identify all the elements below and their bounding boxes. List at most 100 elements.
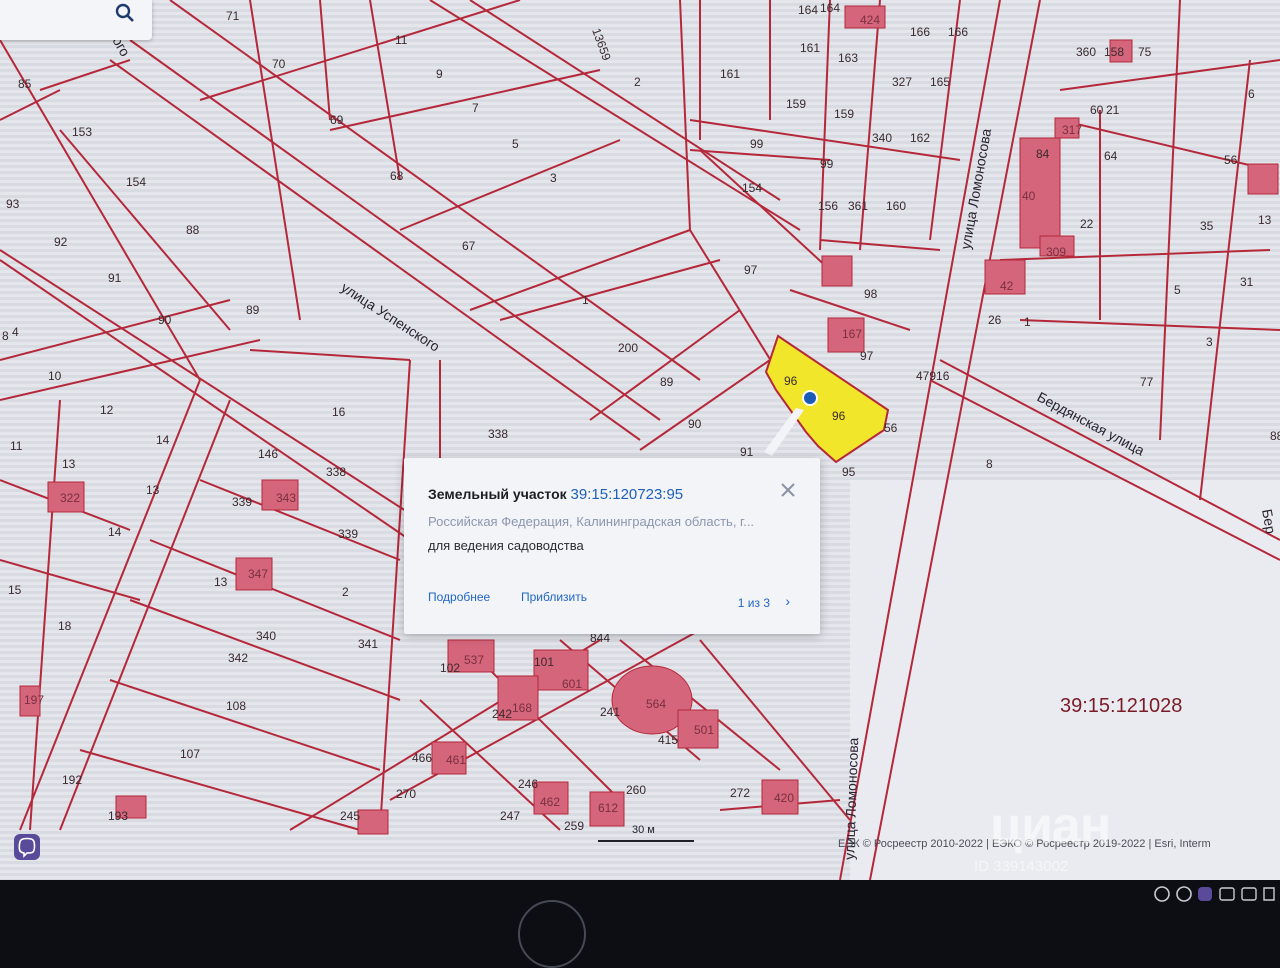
parcel-label-154: 154	[126, 175, 146, 189]
parcel-label-11: 11	[395, 33, 408, 47]
parcel-label-1: 1	[1024, 315, 1031, 329]
parcel-label-11: 11	[10, 439, 23, 453]
parcel-label-22: 22	[1080, 217, 1094, 231]
parcel-label-245: 245	[340, 809, 360, 823]
viber-tray-icon[interactable]	[1198, 887, 1212, 901]
search-icon[interactable]	[114, 2, 136, 24]
parcel-label-75: 75	[1138, 45, 1152, 59]
parcel-label-9: 9	[436, 67, 443, 81]
parcel-label-101: 101	[534, 655, 554, 669]
building-near-97	[821, 255, 853, 287]
zoom-in-link[interactable]: Приблизить	[521, 590, 587, 604]
cadastral-map[interactable]: 71117098569275153154 368939288679189908 41…	[0, 0, 1280, 880]
parcel-label-8: 8	[986, 457, 993, 471]
parcel-label-156: 156	[818, 199, 838, 213]
parcel-label-339: 339	[338, 527, 358, 541]
parcel-label-270: 270	[396, 787, 416, 801]
parcel-label-164: 164	[820, 1, 840, 15]
parcel-label-15: 15	[8, 583, 22, 597]
viber-icon[interactable]	[14, 834, 40, 860]
building-label-424: 424	[860, 13, 880, 27]
parcel-label-340: 340	[872, 131, 892, 145]
parcel-label-4: 4	[12, 325, 19, 339]
parcel-label-35: 35	[1200, 219, 1214, 233]
parcel-label-259: 259	[564, 819, 584, 833]
popup-title-text: Земельный участок	[428, 486, 567, 502]
parcel-label-338: 338	[488, 427, 508, 441]
parcel-label-161: 161	[800, 41, 820, 55]
parcel-label-102: 102	[440, 661, 460, 675]
chevron-right-icon[interactable]: ›	[785, 593, 790, 609]
close-icon[interactable]	[780, 482, 796, 498]
building-label-167: 167	[842, 327, 862, 341]
parcel-label-96: 96	[784, 374, 798, 388]
parcel-label-340: 340	[256, 629, 276, 643]
watermark-id: ID 339143002	[974, 858, 1069, 875]
parcel-label-260: 260	[626, 783, 646, 797]
building-label-309: 309	[1046, 245, 1066, 259]
building-label-322: 322	[60, 491, 80, 505]
parcel-label-68: 68	[390, 169, 404, 183]
parcel-label-272: 272	[730, 786, 750, 800]
parcel-label-13: 13	[146, 483, 160, 497]
parcel-label-60: 60	[1090, 103, 1104, 117]
parcel-label-338: 338	[326, 465, 346, 479]
scale-line	[598, 840, 694, 842]
parcel-label-247: 247	[500, 809, 520, 823]
building-label-564: 564	[646, 697, 666, 711]
parcel-label-96: 96	[832, 409, 846, 423]
search-box[interactable]	[0, 0, 152, 40]
parcel-label-5: 5	[1174, 283, 1181, 297]
parcel-label-90: 90	[688, 417, 702, 431]
scale-label: 30 м	[632, 824, 655, 836]
building-label-168: 168	[512, 701, 532, 715]
parcel-label-241: 241	[600, 705, 620, 719]
parcel-label-95: 95	[842, 465, 856, 479]
parcel-label-91: 91	[108, 271, 122, 285]
display-icon[interactable]	[1241, 887, 1257, 901]
help-icon[interactable]	[1154, 886, 1170, 902]
building-label-42: 42	[1000, 279, 1014, 293]
parcel-label-466: 466	[412, 751, 432, 765]
parcel-label-56: 56	[1224, 153, 1238, 167]
parcel-label-415: 415	[658, 733, 678, 747]
parcel-label-13: 13	[214, 575, 228, 589]
parcel-label-1: 1	[582, 293, 589, 307]
parcel-label-146: 146	[258, 447, 278, 461]
parcel-label-327: 327	[892, 75, 912, 89]
parcel-label-98: 98	[864, 287, 878, 301]
system-tray	[1154, 886, 1275, 902]
parcel-label-361: 361	[848, 199, 868, 213]
parcel-label-93: 93	[6, 197, 20, 211]
parcel-label-3: 3	[550, 171, 557, 185]
parcel-label-166: 166	[948, 25, 968, 39]
parcel-label-56: 56	[884, 421, 898, 435]
building-label-501: 501	[694, 723, 714, 737]
details-link[interactable]: Подробнее	[428, 590, 490, 604]
building-right-edge	[1247, 163, 1279, 195]
parcel-label-16: 16	[332, 405, 346, 419]
parcel-label-10: 10	[48, 369, 62, 383]
parcel-label-21: 21	[1106, 103, 1120, 117]
parcel-label-246: 246	[518, 777, 538, 791]
parcel-label-90: 90	[158, 313, 172, 327]
settings-icon[interactable]	[1176, 886, 1192, 902]
parcel-info-popup[interactable]: Земельный участок 39:15:120723:95 Россий…	[404, 458, 820, 634]
parcel-label-97: 97	[860, 349, 874, 363]
scale-bar: 30 м	[598, 824, 694, 846]
parcel-label-69: 69	[330, 113, 344, 127]
parcel-label-161: 161	[720, 67, 740, 81]
parcel-label-18: 18	[58, 619, 72, 633]
parcel-label-14: 14	[108, 525, 122, 539]
cadastral-number-link[interactable]: 39:15:120723:95	[571, 486, 684, 503]
window-icon[interactable]	[1219, 887, 1235, 901]
notification-icon[interactable]	[1263, 887, 1275, 901]
parcel-label-88: 88	[186, 223, 200, 237]
location-marker[interactable]	[802, 390, 818, 406]
parcel-label-12: 12	[100, 403, 114, 417]
parcel-label-6: 6	[1248, 87, 1255, 101]
parcel-label-13: 13	[1258, 213, 1272, 227]
parcel-label-121028: 39:15:121028	[1060, 695, 1182, 717]
parcel-label-360: 360	[1076, 45, 1096, 59]
building-label-461: 461	[446, 753, 466, 767]
